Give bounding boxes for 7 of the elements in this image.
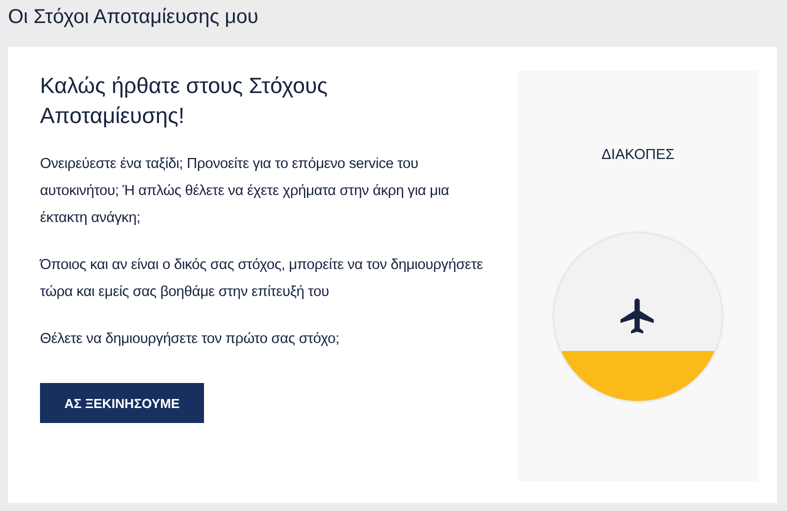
welcome-heading: Καλώς ήρθατε στους Στόχους Αποταμίευσης! <box>40 72 329 130</box>
page-title: Οι Στόχοι Αποταμίευσης μου <box>7 5 260 30</box>
paragraph: Όποιος και αν είναι ο δικός σας στόχος, μπορείτε να τον δημιουργήσετε τώρα και εμείς σας βοηθάμε στην επίτευξή του <box>40 256 484 302</box>
paragraph: Ονειρεύεστε ένα ταξίδι; Προνοείτε για το επόμενο service του αυτοκινήτου; Ή απλώς θέλετε να έχετε χρήματα στην άκρη για μια έκτακτη ανάγκη; <box>40 155 450 228</box>
start-button[interactable]: ΑΣ ΞΕΚΙΝΗΣΟΥΜΕ <box>40 383 204 423</box>
goal-title: ΔΙΑΚΟΠΕΣ <box>602 147 674 163</box>
paragraph: Θέλετε να δημιουργήσετε τον πρώτο σας στόχο; <box>40 330 340 349</box>
